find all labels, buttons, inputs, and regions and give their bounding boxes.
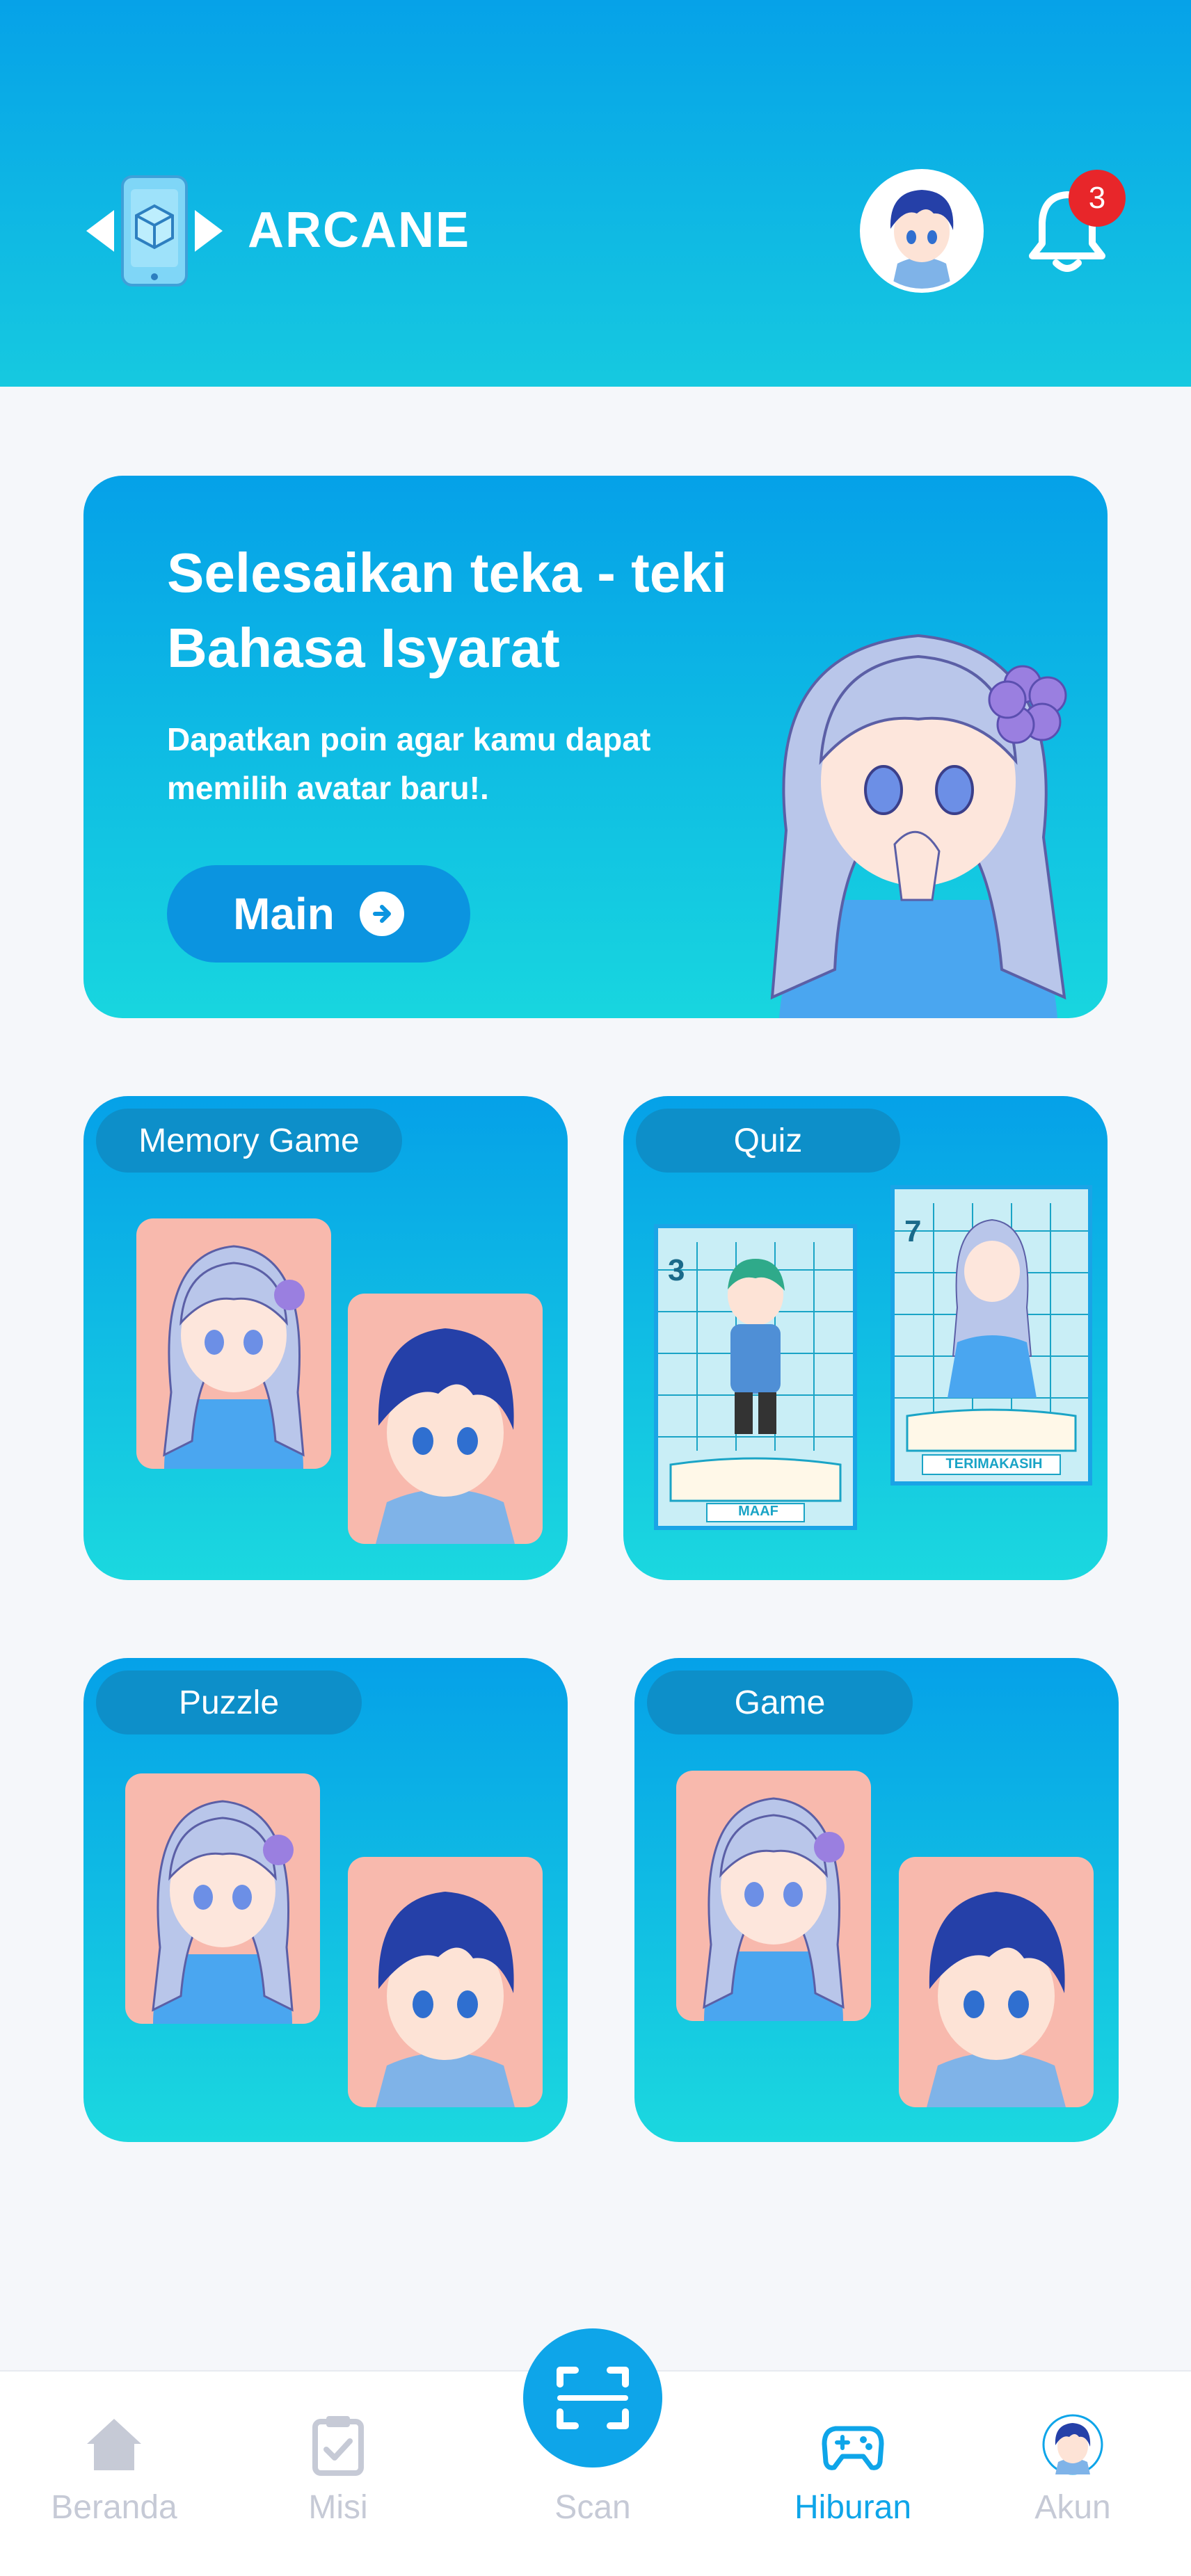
nav-label: Misi — [308, 2489, 368, 2526]
nav-item-misi[interactable]: Misi — [248, 2413, 429, 2527]
memory-game-card[interactable]: Memory Game — [83, 1096, 568, 1580]
girl-avatar-tile — [125, 1773, 320, 2024]
avatar-icon — [1042, 2414, 1103, 2475]
boy-avatar-icon — [864, 173, 980, 289]
nav-label: Hiburan — [794, 2489, 912, 2526]
boy-avatar-tile — [348, 1294, 543, 1544]
boy-avatar-icon — [376, 1892, 515, 2107]
notification-badge: 3 — [1069, 170, 1126, 227]
nav-item-beranda[interactable]: Beranda — [24, 2413, 205, 2527]
boy-avatar-icon — [927, 1892, 1066, 2107]
sign-card-illustration — [895, 1189, 1088, 1481]
girl-avatar-icon — [152, 1800, 294, 2024]
girl-avatar-tile — [676, 1771, 871, 2021]
card-label: Puzzle — [96, 1671, 362, 1734]
scan-button[interactable] — [523, 2328, 662, 2468]
profile-avatar[interactable] — [860, 169, 984, 293]
hero-banner: Selesaikan teka - teki Bahasa Isyarat Da… — [83, 476, 1108, 1018]
boy-avatar-tile — [348, 1857, 543, 2107]
play-button[interactable]: Main — [167, 865, 470, 963]
boy-avatar-icon — [376, 1328, 515, 1544]
girl-mascot-illustration — [770, 634, 1067, 1018]
arrow-right-icon — [359, 892, 404, 936]
gamepad-icon — [822, 2426, 884, 2470]
quiz-card-caption: MAAF — [738, 1504, 778, 1519]
sign-card-illustration — [658, 1228, 853, 1526]
nav-item-akun[interactable]: Akun — [982, 2413, 1163, 2527]
nav-item-hiburan[interactable]: Hiburan — [762, 2413, 943, 2527]
ar-phone-logo-icon — [86, 175, 223, 287]
card-label: Memory Game — [96, 1109, 402, 1173]
home-icon — [87, 2419, 141, 2470]
play-button-label: Main — [233, 889, 335, 939]
scan-icon — [557, 2367, 629, 2429]
card-label: Quiz — [636, 1109, 900, 1173]
nav-label: Beranda — [51, 2489, 177, 2526]
card-label: Game — [647, 1671, 913, 1734]
game-card[interactable]: Game — [634, 1658, 1119, 2142]
girl-avatar-icon — [163, 1245, 305, 1469]
clipboard-icon — [312, 2416, 364, 2476]
nav-label: Scan — [554, 2489, 631, 2526]
nav-label: Akun — [1034, 2489, 1111, 2526]
brand-name: ARCANE — [248, 202, 471, 258]
girl-avatar-icon — [703, 1797, 845, 2021]
quiz-card-number: 3 — [668, 1253, 685, 1287]
puzzle-card[interactable]: Puzzle — [83, 1658, 568, 2142]
quiz-card-caption: TERIMAKASIH — [945, 1456, 1043, 1472]
girl-avatar-tile — [136, 1218, 331, 1469]
hero-subtitle: Dapatkan poin agar kamu dapat memilih av… — [167, 721, 651, 806]
boy-avatar-tile — [899, 1857, 1094, 2107]
app-header: ARCANE 3 — [0, 0, 1191, 387]
quiz-card[interactable]: Quiz 3 MAAF 7 TERIMAKASIH — [623, 1096, 1108, 1580]
quiz-card-number: 7 — [904, 1214, 922, 1248]
sign-card-maaf: 3 MAAF — [654, 1224, 857, 1530]
sign-card-terimakasih: 7 TERIMAKASIH — [890, 1185, 1092, 1486]
